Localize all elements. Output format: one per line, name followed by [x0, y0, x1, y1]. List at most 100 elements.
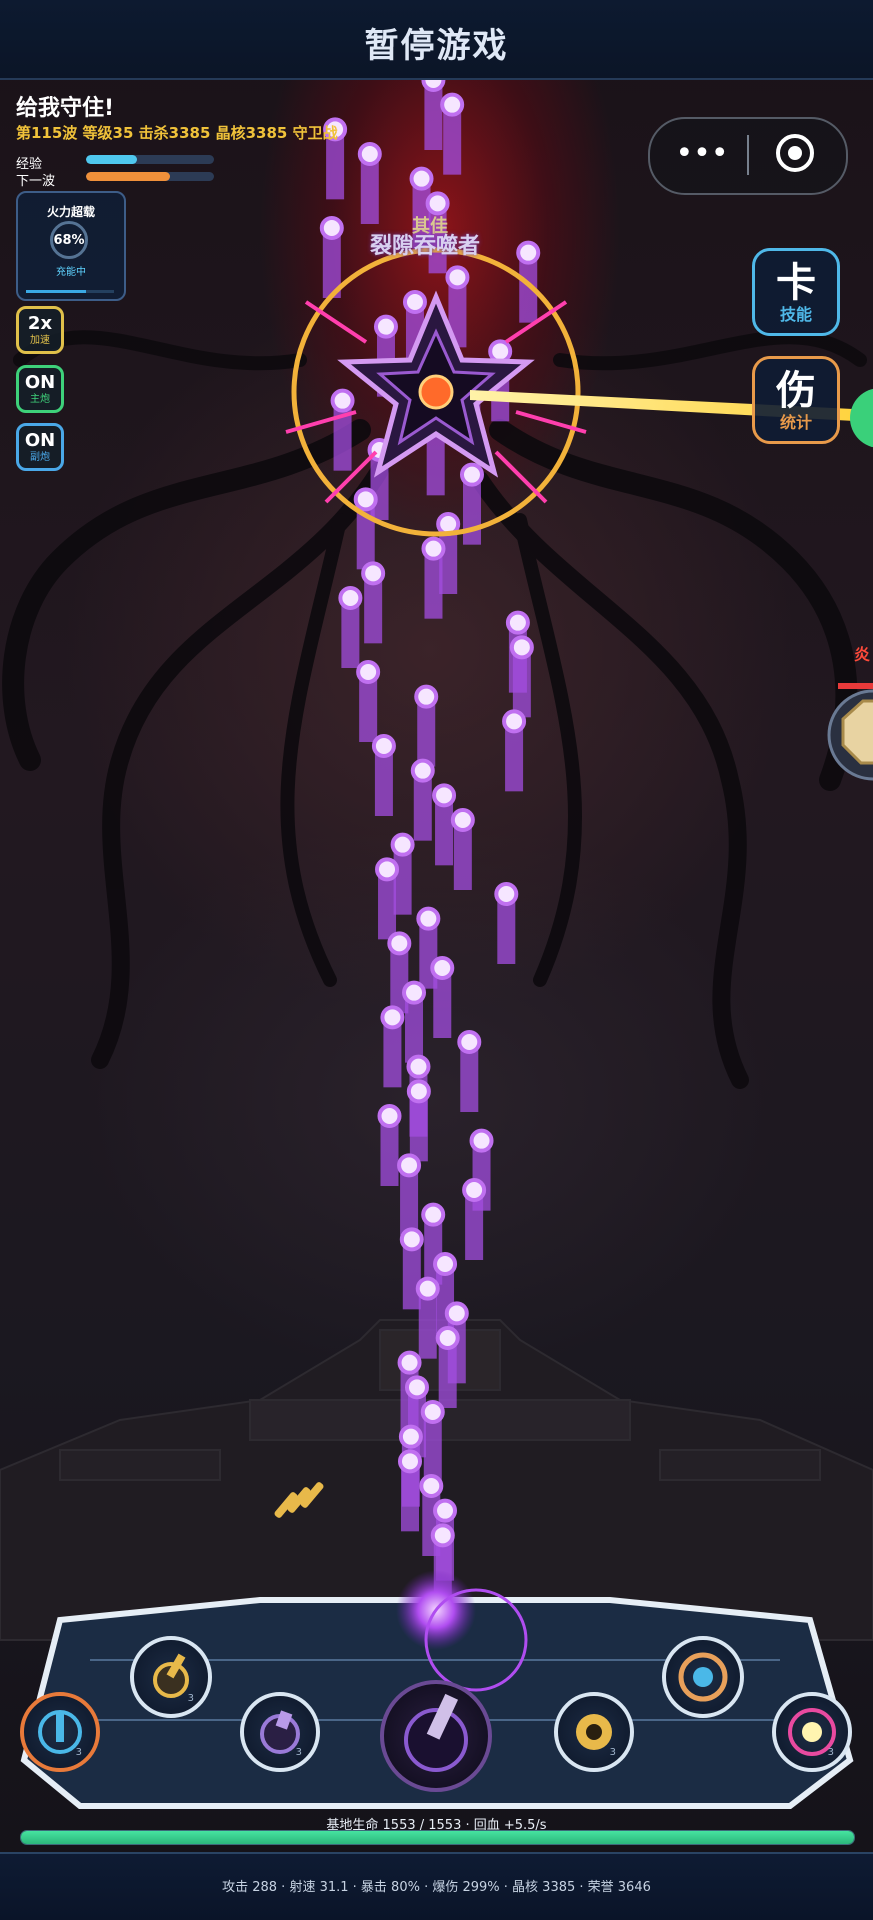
projectile: [440, 92, 465, 117]
fire-overload-title: 火力超载: [46, 205, 95, 219]
turret-slot-gear[interactable]: 3: [554, 1692, 634, 1772]
battlefield: [0, 68, 873, 1809]
projectile: [421, 1202, 446, 1227]
boss-core: [418, 374, 454, 410]
secondary-cannon-label: 副炮: [30, 452, 50, 463]
main-cannon-state: ON: [24, 372, 56, 393]
laser-target-orb: [850, 388, 873, 448]
rune-icon: [38, 1710, 82, 1754]
projectile: [397, 1350, 422, 1375]
turret-slot-cannon[interactable]: 3: [130, 1636, 212, 1718]
projectile: [397, 1449, 422, 1474]
projectile: [435, 1326, 460, 1350]
fire-overload-progress: [26, 290, 114, 293]
turret-level: 3: [609, 1747, 616, 1758]
pause-game-button[interactable]: 暂停游戏: [0, 18, 873, 67]
projectile: [425, 191, 450, 216]
turret-level: 3: [187, 1693, 194, 1704]
fire-overload-percent: 68%: [50, 221, 88, 259]
projectile: [406, 1079, 431, 1104]
projectile: [462, 1178, 487, 1202]
speed-value: 2x: [27, 313, 53, 334]
secondary-cannon-toggle[interactable]: ON 副炮: [16, 423, 64, 471]
main-cannon-label: 主炮: [30, 394, 50, 405]
projectile: [419, 1474, 444, 1498]
boss-name: 裂隙吞噬者: [370, 234, 481, 259]
game-stage[interactable]: 暂停游戏 其佳 裂隙吞噬者 给我守住! 第115波 等级35 击杀3385 晶核…: [0, 0, 873, 1920]
projectile: [494, 882, 519, 906]
projectile: [410, 758, 435, 783]
fire-overload-status: 充能中: [56, 267, 86, 278]
projectile: [445, 265, 470, 290]
turret-slot-void[interactable]: 3: [240, 1692, 320, 1772]
projectile: [488, 339, 513, 364]
projectile: [420, 1400, 445, 1424]
damage-stats-label: 统计: [779, 413, 812, 432]
projectile: [402, 980, 427, 1005]
speed-toggle-button[interactable]: 2x 加速: [16, 306, 64, 354]
projectile: [371, 734, 396, 758]
projectile: [430, 956, 455, 980]
skill-cards-label: 技能: [779, 305, 812, 324]
projectile: [416, 906, 441, 931]
projectile: [373, 314, 398, 339]
damage-stats-button[interactable]: 伤 统计: [752, 356, 840, 444]
fire-overload-card[interactable]: 火力超载 68% 充能中: [16, 191, 126, 301]
projectile: [404, 1375, 429, 1400]
turret-slot-main[interactable]: [380, 1680, 492, 1792]
base-hp-bar: [20, 1830, 855, 1845]
projectile: [397, 1153, 422, 1178]
projectile: [338, 586, 363, 610]
projectile: [469, 1128, 494, 1153]
projectile: [402, 290, 427, 314]
skill-cards-button[interactable]: 卡 技能: [752, 248, 840, 336]
projectile: [387, 931, 412, 956]
projectile: [459, 462, 484, 487]
gear-icon: [576, 1714, 612, 1750]
orb-icon: [678, 1652, 728, 1702]
next-wave-bar: [86, 172, 214, 181]
next-wave-label: 下一波: [16, 174, 56, 189]
projectile: [516, 240, 541, 265]
speed-label: 加速: [30, 335, 50, 346]
projectile: [502, 709, 527, 734]
more-dots-icon[interactable]: •••: [672, 134, 732, 174]
turret-slot-orb[interactable]: [662, 1636, 744, 1718]
projectile: [361, 561, 386, 586]
turret-level: 3: [827, 1747, 834, 1758]
projectile: [415, 1276, 440, 1301]
main-cannon-icon: [404, 1693, 468, 1772]
projectile: [406, 1054, 431, 1079]
projectile: [380, 1005, 405, 1030]
main-cannon-toggle[interactable]: ON 主炮: [16, 365, 64, 413]
projectile: [432, 783, 457, 808]
side-enemy-hp-bar: [838, 683, 873, 689]
damage-stats-glyph: 伤: [776, 368, 816, 414]
projectile: [409, 166, 434, 191]
capsule-divider: [747, 135, 749, 175]
projectile: [433, 1252, 458, 1276]
target-close-icon[interactable]: [776, 134, 814, 172]
projectile: [377, 1104, 402, 1128]
projectile: [450, 808, 475, 832]
projectile: [509, 635, 534, 660]
cannon-icon: [153, 1653, 189, 1698]
exp-bar: [86, 155, 214, 164]
projectile: [356, 660, 381, 684]
turret-slot-prism[interactable]: 3: [772, 1692, 852, 1772]
projectile: [444, 1301, 469, 1326]
menu-capsule: •••: [648, 117, 848, 195]
projectile: [430, 1523, 455, 1548]
turret-slot-plasma[interactable]: 3: [20, 1692, 100, 1772]
projectile: [433, 1498, 458, 1523]
projectile: [319, 216, 344, 240]
side-enemy-label: 炎: [854, 645, 871, 664]
wave-stats: 第115波 等级35 击杀3385 晶核3385 守卫战: [16, 124, 338, 142]
projectile: [414, 684, 439, 709]
projectile: [353, 487, 378, 512]
projectile: [398, 1424, 423, 1449]
projectile: [505, 610, 530, 635]
projectile: [457, 1030, 482, 1054]
projectile: [421, 536, 446, 561]
player-stats-line: 攻击 288 · 射速 31.1 · 暴击 80% · 爆伤 299% · 晶核…: [222, 1880, 651, 1895]
